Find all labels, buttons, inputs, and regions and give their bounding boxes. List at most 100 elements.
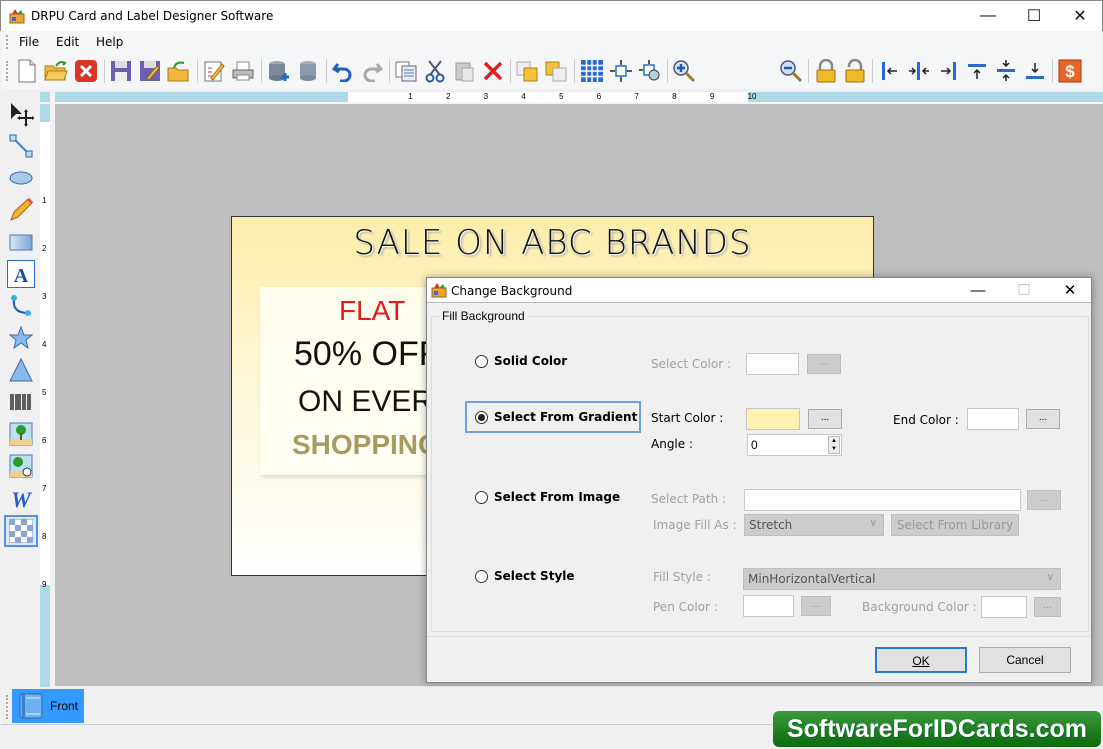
rectangle-tool[interactable] — [7, 228, 35, 256]
new-button[interactable] — [13, 57, 41, 85]
radio-solid-color[interactable]: Solid Color — [475, 354, 567, 368]
bring-forward-button[interactable] — [513, 57, 541, 85]
card-text-shopping[interactable]: SHOPPING — [292, 429, 440, 461]
triangle-tool[interactable] — [7, 356, 35, 384]
radio-select-from-gradient[interactable]: Select From Gradient — [475, 410, 637, 424]
open-button[interactable] — [42, 57, 70, 85]
unlock-button[interactable] — [841, 57, 869, 85]
tab-front[interactable]: Front — [12, 689, 84, 723]
radio-circle[interactable] — [475, 354, 488, 368]
pencil-tool[interactable] — [7, 196, 35, 224]
image-fill-as-label: Image Fill As : — [653, 518, 737, 532]
wordart-icon: W — [11, 487, 32, 511]
ruler-tick-label: 1 — [42, 196, 47, 205]
undo-icon — [332, 63, 352, 82]
ellipse-tool[interactable] — [7, 164, 35, 192]
wordart-tool[interactable]: W — [7, 484, 35, 512]
menu-edit[interactable]: Edit — [56, 35, 79, 49]
image-library-tool[interactable] — [7, 452, 35, 480]
star-tool[interactable] — [7, 324, 35, 352]
close-icon: ✕ — [1073, 8, 1087, 25]
angle-spinner[interactable]: 0 ▲ ▼ — [747, 434, 842, 456]
center-button[interactable] — [607, 57, 635, 85]
radio-solid-color-label: Solid Color — [494, 354, 568, 368]
zoom-out-button[interactable] — [777, 57, 805, 85]
menu-help[interactable]: Help — [96, 35, 123, 49]
radio-select-from-image[interactable]: Select From Image — [475, 490, 620, 504]
cut-button[interactable] — [421, 57, 449, 85]
image-fill-as-combo: Stretch ∨ — [744, 514, 884, 536]
align-top-button[interactable] — [963, 57, 991, 85]
zoom-in-button[interactable] — [670, 57, 698, 85]
text-tool[interactable]: A — [7, 260, 35, 288]
pricing-button[interactable]: $ — [1056, 57, 1084, 85]
end-color-swatch[interactable] — [967, 408, 1019, 430]
redo-button[interactable] — [358, 57, 386, 85]
close-file-button[interactable] — [72, 57, 100, 85]
send-backward-button[interactable] — [542, 57, 570, 85]
grid-button[interactable] — [578, 57, 606, 85]
align-top-icon — [968, 64, 986, 79]
save-icon — [111, 61, 131, 81]
database-add-button[interactable] — [265, 57, 293, 85]
close-icon: ✕ — [1063, 282, 1077, 299]
fit-button[interactable] — [636, 57, 664, 85]
card-text-flat[interactable]: FLAT — [339, 295, 405, 327]
maximize-button[interactable]: ☐ — [1011, 1, 1057, 31]
radio-circle[interactable] — [475, 569, 488, 583]
save-button[interactable] — [107, 57, 135, 85]
menu-file[interactable]: File — [19, 35, 39, 49]
dialog-minimize-button[interactable]: — — [955, 278, 1001, 302]
cancel-button[interactable]: Cancel — [979, 647, 1071, 673]
ruler-tick-label: 6 — [42, 436, 47, 445]
align-right-button[interactable] — [934, 57, 962, 85]
radio-select-style[interactable]: Select Style — [475, 569, 575, 583]
edit-properties-icon — [204, 61, 225, 82]
toolbar-separator — [510, 59, 511, 83]
open-icon — [44, 61, 68, 81]
select-from-library-button: Select From Library — [891, 514, 1019, 536]
edit-properties-button[interactable] — [200, 57, 228, 85]
barcode-tool[interactable] — [7, 388, 35, 416]
end-color-browse-button[interactable]: ... — [1026, 409, 1060, 429]
save-as-button[interactable] — [136, 57, 164, 85]
ok-button[interactable]: OK — [875, 647, 967, 673]
align-middle-button[interactable] — [992, 57, 1020, 85]
lock-button[interactable] — [812, 57, 840, 85]
curve-tool[interactable] — [7, 292, 35, 320]
export-button[interactable] — [165, 57, 193, 85]
close-button[interactable]: ✕ — [1057, 1, 1103, 31]
spinner-arrows-icon[interactable]: ▲ ▼ — [828, 436, 840, 454]
print-button[interactable] — [229, 57, 257, 85]
start-color-swatch[interactable] — [746, 408, 800, 430]
chevron-down-icon: ∨ — [869, 518, 877, 529]
radio-circle-selected[interactable] — [475, 410, 488, 424]
minimize-icon: — — [970, 281, 986, 299]
pointer-tool[interactable] — [7, 100, 35, 128]
database-icon — [300, 61, 316, 81]
card-headline[interactable]: SALE ON ABC BRANDS — [232, 223, 873, 263]
fill-style-value: MinHorizontalVertical — [748, 572, 876, 586]
toolbar-separator — [667, 59, 668, 83]
horizontal-ruler: 1 2 3 4 5 6 7 8 9 10 — [40, 92, 1103, 104]
align-center-button[interactable] — [905, 57, 933, 85]
line-tool[interactable] — [7, 132, 35, 160]
image-fill-as-value: Stretch — [749, 518, 793, 532]
align-bottom-button[interactable] — [1021, 57, 1049, 85]
align-left-button[interactable] — [876, 57, 904, 85]
start-color-browse-button[interactable]: ... — [808, 409, 842, 429]
radio-circle[interactable] — [475, 490, 488, 504]
paste-button[interactable] — [450, 57, 478, 85]
background-tool[interactable] — [4, 515, 38, 547]
card-text-discount[interactable]: 50% OFF — [294, 335, 439, 374]
dialog-close-button[interactable]: ✕ — [1047, 278, 1093, 302]
database-button[interactable] — [294, 57, 322, 85]
minimize-button[interactable]: — — [965, 1, 1011, 31]
copy-button[interactable] — [392, 57, 420, 85]
delete-button[interactable] — [479, 57, 507, 85]
export-icon — [167, 61, 189, 82]
title-bar: DRPU Card and Label Designer Software — … — [0, 0, 1103, 31]
undo-button[interactable] — [329, 57, 357, 85]
pen-color-swatch — [743, 595, 794, 617]
image-tool[interactable] — [7, 420, 35, 448]
